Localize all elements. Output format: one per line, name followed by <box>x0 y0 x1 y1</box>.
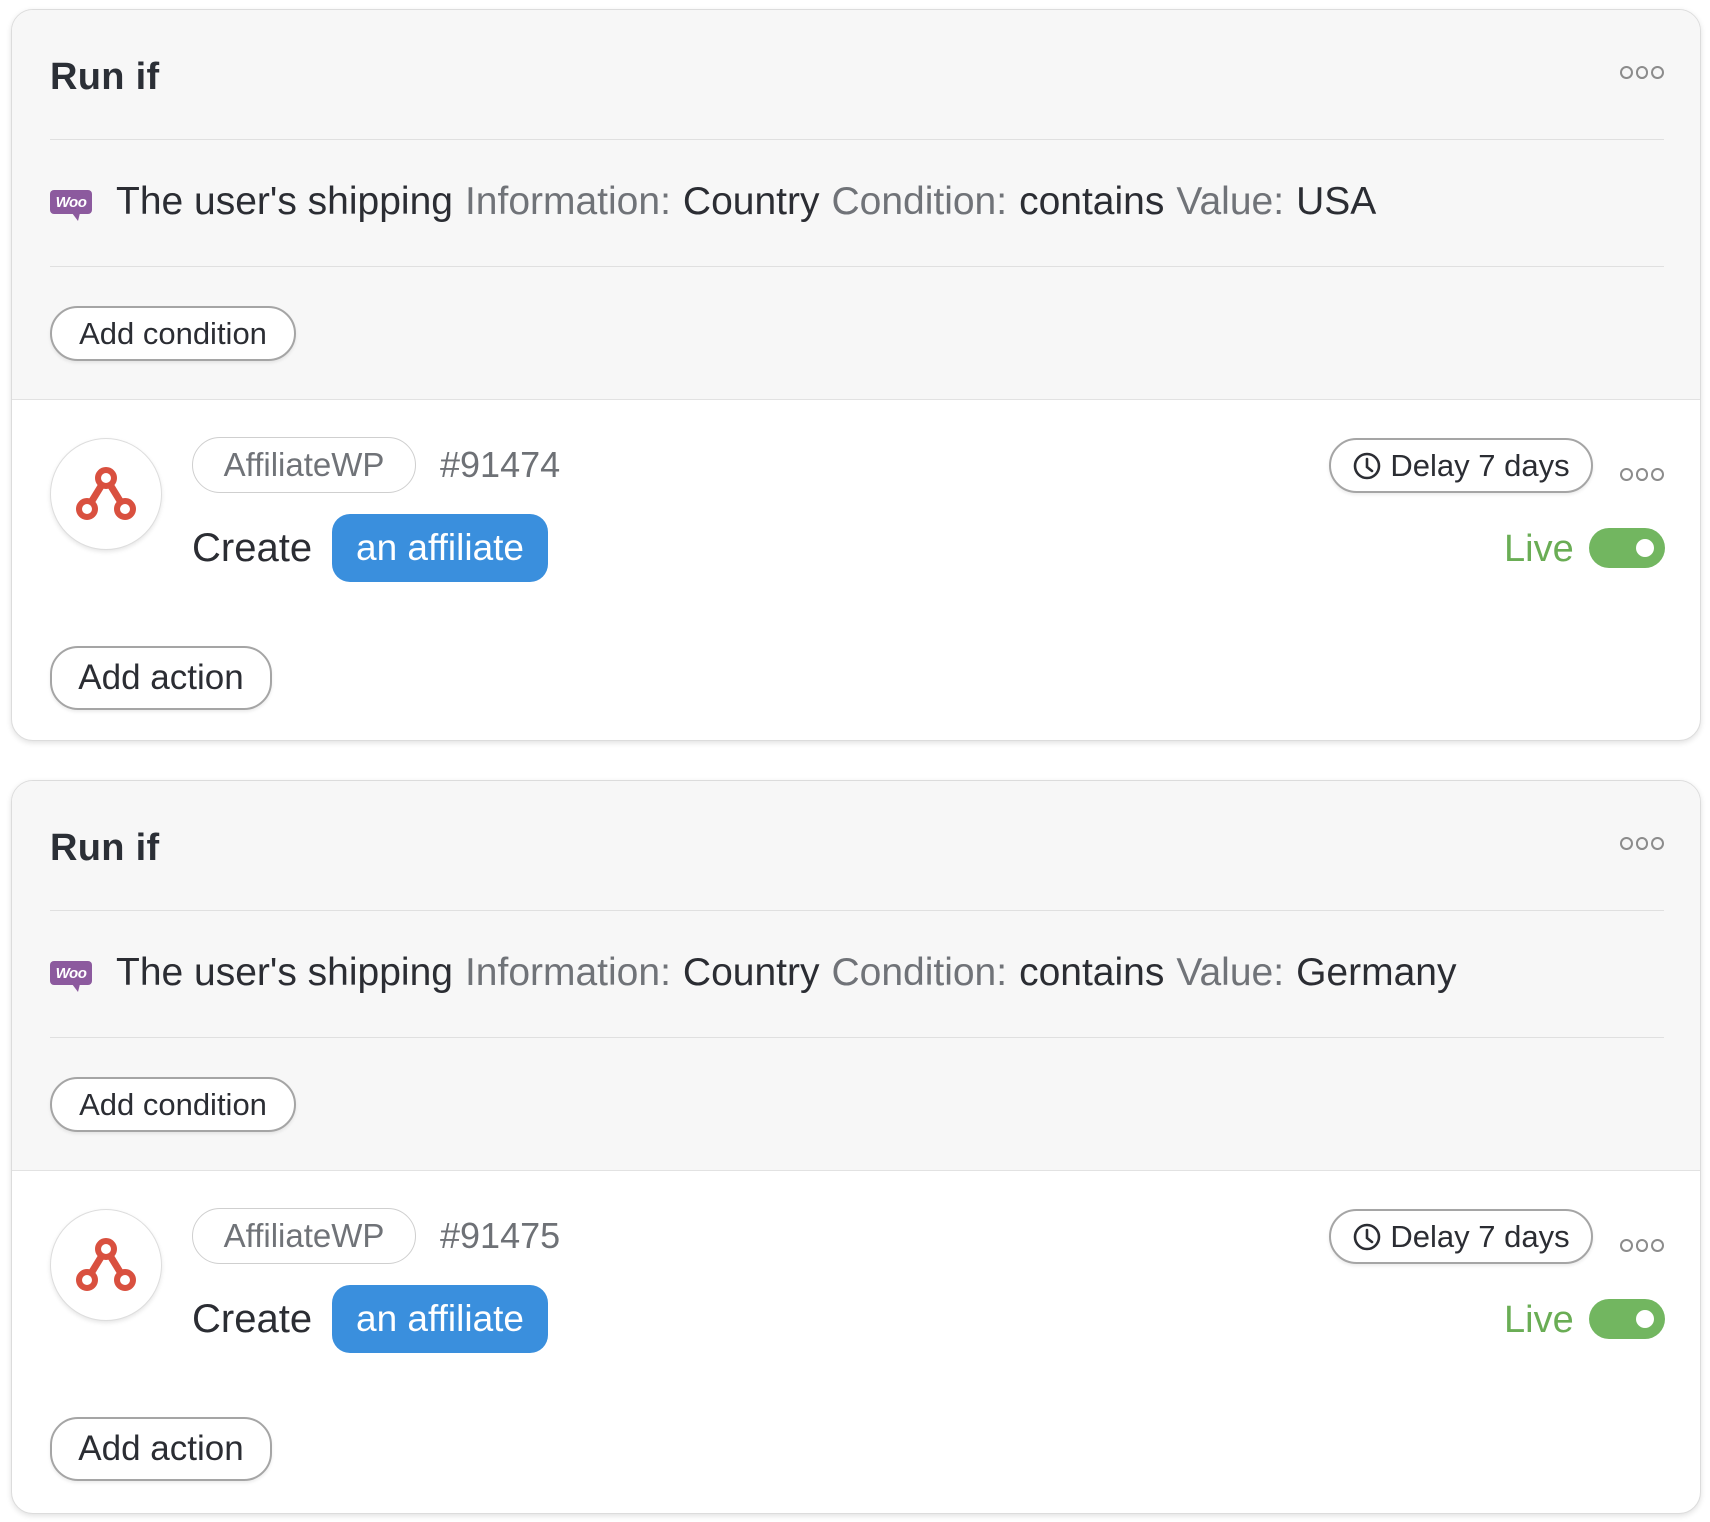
rule-title: Run if <box>50 827 160 869</box>
condition-label: Condition: <box>831 951 1008 994</box>
status-label: Live <box>1504 1299 1574 1341</box>
delay-button[interactable]: Delay 7 days <box>1329 1209 1593 1264</box>
field-label: Information: <box>464 951 671 994</box>
action-verb: Create <box>192 1297 313 1341</box>
condition-row[interactable]: Woo The user's shipping Information: Cou… <box>50 180 1376 224</box>
woo-icon: Woo <box>50 961 92 992</box>
condition-value: contains <box>1019 951 1165 994</box>
status-label: Live <box>1504 528 1574 570</box>
condition-label: Condition: <box>831 180 1008 223</box>
more-options-icon[interactable] <box>1620 1235 1665 1255</box>
rule-card: Run if Woo The user's shipping Informati… <box>11 780 1701 1514</box>
condition-value: contains <box>1019 180 1165 223</box>
more-options-icon[interactable] <box>1620 464 1665 484</box>
field-value: Country <box>682 180 820 223</box>
app-badge: AffiliateWP <box>192 1208 416 1264</box>
condition-subject: The user's shipping <box>116 951 453 994</box>
rule-card: Run if Woo The user's shipping Informati… <box>11 9 1701 741</box>
action-verb: Create <box>192 526 313 570</box>
action-object-button[interactable]: an affiliate <box>332 1285 548 1353</box>
clock-icon <box>1354 452 1381 479</box>
divider <box>50 139 1664 140</box>
condition-subject: The user's shipping <box>116 180 453 223</box>
rule-title: Run if <box>50 56 160 98</box>
delay-label: Delay 7 days <box>1390 447 1570 483</box>
divider <box>50 266 1664 267</box>
more-options-icon[interactable] <box>1620 62 1665 82</box>
delay-button[interactable]: Delay 7 days <box>1329 438 1593 493</box>
live-toggle[interactable] <box>1589 1299 1665 1339</box>
divider <box>50 1037 1664 1038</box>
action-id: #91475 <box>440 1215 561 1256</box>
live-toggle[interactable] <box>1589 528 1665 568</box>
more-options-icon[interactable] <box>1620 833 1665 853</box>
affiliatewp-icon <box>50 438 162 550</box>
app-badge: AffiliateWP <box>192 437 416 493</box>
field-label: Information: <box>464 180 671 223</box>
value-value: USA <box>1296 180 1377 223</box>
affiliatewp-icon <box>50 1209 162 1321</box>
field-value: Country <box>682 951 820 994</box>
condition-section: Run if Woo The user's shipping Informati… <box>12 10 1700 400</box>
delay-label: Delay 7 days <box>1390 1218 1570 1254</box>
woo-icon: Woo <box>50 190 92 221</box>
value-value: Germany <box>1296 951 1457 994</box>
add-action-button[interactable]: Add action <box>50 1417 272 1481</box>
divider <box>50 910 1664 911</box>
add-condition-button[interactable]: Add condition <box>50 306 296 361</box>
clock-icon <box>1354 1223 1381 1250</box>
value-label: Value: <box>1176 951 1285 994</box>
action-object-button[interactable]: an affiliate <box>332 514 548 582</box>
condition-row[interactable]: Woo The user's shipping Information: Cou… <box>50 951 1456 995</box>
add-action-button[interactable]: Add action <box>50 646 272 710</box>
value-label: Value: <box>1176 180 1285 223</box>
action-id: #91474 <box>440 444 561 485</box>
condition-section: Run if Woo The user's shipping Informati… <box>12 781 1700 1171</box>
add-condition-button[interactable]: Add condition <box>50 1077 296 1132</box>
